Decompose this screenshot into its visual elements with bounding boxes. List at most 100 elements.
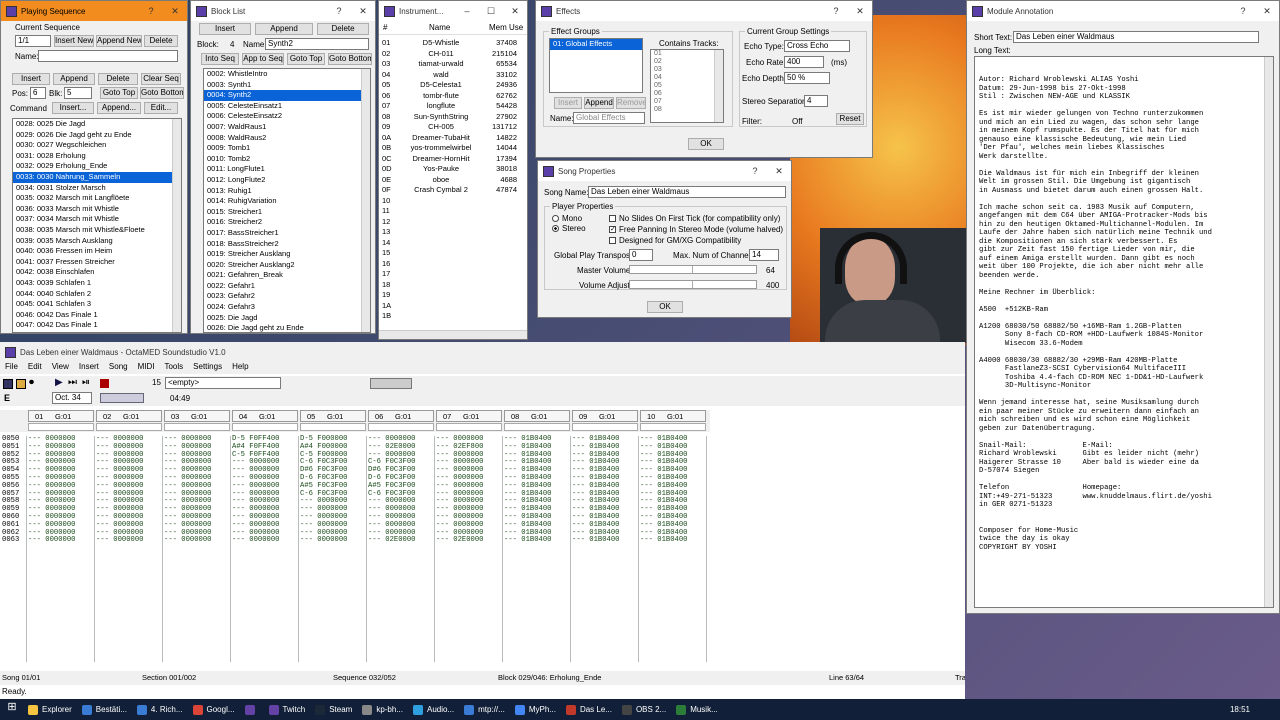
col-num-header[interactable]: #	[383, 23, 387, 32]
instrument-row[interactable]: 09 CH-005 131712	[379, 122, 527, 133]
block-item[interactable]: 0008: WaldRaus2	[204, 133, 370, 144]
append-command-button[interactable]: Append...	[97, 102, 141, 114]
effect-name-field[interactable]: Global Effects	[573, 112, 645, 124]
block-item[interactable]: 0006: CelesteEinsatz2	[204, 111, 370, 122]
sequence-item[interactable]: 0030: 0027 Wegschleichen	[13, 140, 181, 151]
keyboard-icon[interactable]	[100, 393, 144, 403]
block-item[interactable]: 0020: Streicher Ausklang2	[204, 260, 370, 271]
block-item[interactable]: 0023: Gefahr2	[204, 291, 370, 302]
insert-command-button[interactable]: Insert...	[52, 102, 94, 114]
tool-icons[interactable]	[370, 378, 412, 389]
block-item[interactable]: 0012: LongFlute2	[204, 175, 370, 186]
annotation-scrollbar[interactable]	[1264, 57, 1273, 607]
instrument-row[interactable]: 0F Crash Cymbal 2 47874	[379, 185, 527, 196]
block-item[interactable]: 0004: Synth2	[204, 90, 370, 101]
task-item[interactable]: Googl...	[189, 700, 239, 719]
echo-rate-field[interactable]: 400	[784, 56, 824, 68]
song-name-field[interactable]: Das Leben einer Waldmaus	[588, 186, 786, 198]
task-item[interactable]: mtp://...	[460, 700, 509, 719]
sequence-item[interactable]: 0032: 0029 Erholung_Ende	[13, 161, 181, 172]
close-icon[interactable]: ✕	[848, 1, 872, 21]
help-icon[interactable]: ?	[139, 1, 163, 21]
instrument-row[interactable]: 08 Sun-SynthString 27902	[379, 112, 527, 123]
octave-select[interactable]: Oct. 34	[52, 392, 92, 404]
track-header-07[interactable]: 07 G:01	[436, 410, 502, 422]
sequence-item[interactable]: 0043: 0039 Schlafen 1	[13, 278, 181, 289]
sequence-item[interactable]: 0028: 0025 Die Jagd	[13, 119, 181, 130]
instrument-row[interactable]: 0B yos-trommelwirbel 14044	[379, 143, 527, 154]
instrument-row[interactable]: 16	[379, 259, 527, 270]
block-goto-bottom-button[interactable]: Goto Bottom	[328, 53, 372, 65]
block-name-field[interactable]: Synth2	[265, 38, 369, 50]
block-item[interactable]: 0017: BassStreicher1	[204, 228, 370, 239]
task-item[interactable]: Musik...	[672, 700, 722, 719]
track-item[interactable]: 03	[651, 66, 723, 74]
instrument-row[interactable]: 02 CH-011 215104	[379, 49, 527, 60]
effect-reset-button[interactable]: Reset	[836, 113, 864, 125]
task-item[interactable]: OBS 2...	[618, 700, 670, 719]
help-icon[interactable]: ?	[1231, 1, 1255, 21]
track-volume-bar[interactable]	[436, 423, 502, 431]
sequence-item[interactable]: 0033: 0030 Nahrung_Sammeln	[13, 171, 181, 183]
col-mem-header[interactable]: Mem Use	[489, 23, 523, 32]
block-item[interactable]: 0002: WhistleIntro	[204, 69, 370, 80]
menu-file[interactable]: File	[5, 362, 18, 374]
gm-xg-checkbox[interactable]: Designed for GM/XG Compatibility	[609, 236, 741, 245]
app-to-seq-button[interactable]: App to Seq	[242, 53, 284, 65]
pattern-cell[interactable]: --- 0000000	[164, 537, 211, 545]
help-icon[interactable]: ?	[327, 1, 351, 21]
track-volume-bar[interactable]	[368, 423, 434, 431]
sequence-item[interactable]: 0034: 0031 Stolzer Marsch	[13, 183, 181, 194]
clear-seq-button[interactable]: Clear Seq	[141, 73, 181, 85]
into-seq-button[interactable]: Into Seq	[201, 53, 239, 65]
instrument-row[interactable]: 14	[379, 238, 527, 249]
track-volume-bar[interactable]	[640, 423, 706, 431]
close-icon[interactable]: ✕	[163, 1, 187, 21]
pattern-cell[interactable]: --- 0000000	[96, 537, 143, 545]
instrument-row[interactable]: 18	[379, 280, 527, 291]
delete-button[interactable]: Delete	[98, 73, 138, 85]
insert-button[interactable]: Insert	[12, 73, 50, 85]
save-icon[interactable]	[3, 379, 13, 389]
track-header-09[interactable]: 09 G:01	[572, 410, 638, 422]
block-item[interactable]: 0021: Gefahren_Break	[204, 270, 370, 281]
sequence-item[interactable]: 0045: 0041 Schlafen 3	[13, 299, 181, 310]
play-block-icon[interactable]: ⏭	[68, 377, 77, 388]
block-scrollbar[interactable]	[361, 69, 370, 332]
append-button[interactable]: Append	[53, 73, 95, 85]
song-props-ok-button[interactable]: OK	[647, 301, 683, 313]
menu-settings[interactable]: Settings	[193, 362, 222, 374]
block-item[interactable]: 0011: LongFlute1	[204, 164, 370, 175]
task-item[interactable]: Bestäti...	[78, 700, 131, 719]
track-volume-bar[interactable]	[28, 423, 94, 431]
insert-block-button[interactable]: Insert	[199, 23, 251, 35]
track-volume-bar[interactable]	[232, 423, 298, 431]
instrument-row[interactable]: 13	[379, 227, 527, 238]
edit-command-button[interactable]: Edit...	[144, 102, 178, 114]
effect-insert-button[interactable]: Insert	[554, 97, 582, 109]
menu-song[interactable]: Song	[109, 362, 128, 374]
short-text-field[interactable]: Das Leben einer Waldmaus	[1013, 31, 1259, 43]
track-item[interactable]: 01	[651, 50, 723, 58]
sequence-name-field[interactable]	[38, 50, 178, 62]
instrument-row[interactable]: 19	[379, 290, 527, 301]
sequence-item[interactable]: 0046: 0042 Das Finale 1	[13, 310, 181, 321]
append-block-button[interactable]: Append	[255, 23, 313, 35]
pattern-cell[interactable]: --- 0000000	[232, 537, 279, 545]
track-item[interactable]: 08	[651, 106, 723, 114]
volume-adjust-slider[interactable]	[629, 280, 757, 289]
instrument-row[interactable]: 07 longflute 54428	[379, 101, 527, 112]
insert-new-button[interactable]: Insert New	[54, 35, 94, 47]
track-header-10[interactable]: 10 G:01	[640, 410, 706, 422]
start-button[interactable]: ⊞	[0, 700, 24, 719]
block-item[interactable]: 0018: BassStreicher2	[204, 239, 370, 250]
edit-icon[interactable]: E	[4, 393, 10, 403]
instrument-row[interactable]: 10	[379, 196, 527, 207]
instrument-row[interactable]: 15	[379, 248, 527, 259]
block-item[interactable]: 0019: Streicher Ausklang	[204, 249, 370, 260]
track-header-06[interactable]: 06 G:01	[368, 410, 434, 422]
block-item[interactable]: 0022: Gefahr1	[204, 281, 370, 292]
sequence-list[interactable]: 0028: 0025 Die Jagd 0029: 0026 Die Jagd g…	[12, 118, 182, 333]
effect-append-button[interactable]: Append	[584, 97, 614, 109]
instrument-row[interactable]: 17	[379, 269, 527, 280]
